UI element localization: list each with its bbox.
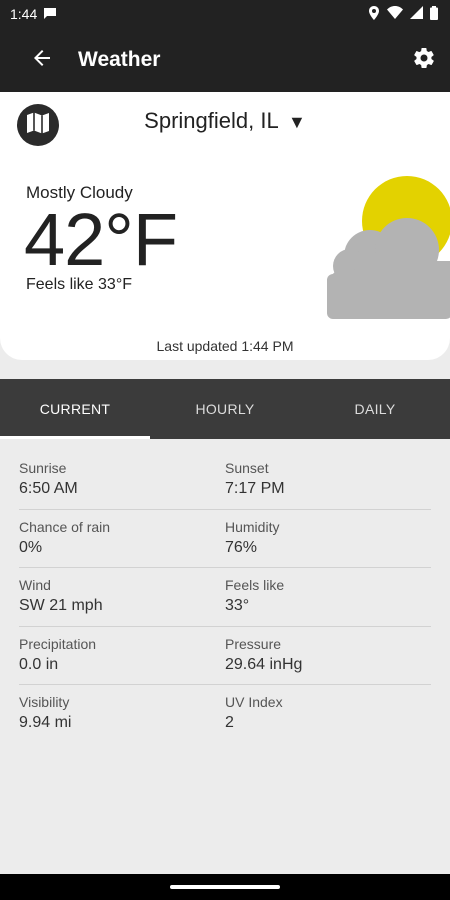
detail-row: Wind SW 21 mph Feels like 33° bbox=[19, 568, 431, 627]
back-button[interactable] bbox=[10, 28, 74, 92]
detail-label: UV Index bbox=[225, 694, 283, 710]
arrow-left-icon bbox=[30, 46, 54, 75]
home-gesture-handle[interactable] bbox=[170, 885, 280, 889]
sunset-item: Sunset 7:17 PM bbox=[225, 459, 431, 509]
humidity-item: Humidity 76% bbox=[225, 518, 431, 568]
wind-item: Wind SW 21 mph bbox=[19, 576, 225, 626]
page-title: Weather bbox=[78, 48, 161, 71]
location-icon bbox=[368, 5, 380, 23]
feels-like-item: Feels like 33° bbox=[225, 576, 431, 626]
detail-value: 7:17 PM bbox=[225, 480, 285, 497]
detail-label: Sunrise bbox=[19, 460, 67, 476]
location-name: Springfield, IL bbox=[144, 108, 278, 133]
detail-value: 9.94 mi bbox=[19, 714, 72, 731]
tab-current[interactable]: CURRENT bbox=[0, 379, 150, 439]
system-navigation-bar bbox=[0, 874, 450, 900]
status-bar: 1:44 bbox=[0, 0, 450, 28]
detail-label: Feels like bbox=[225, 577, 285, 593]
feels-like-text: Feels like 33°F bbox=[26, 276, 132, 293]
detail-value: 76% bbox=[225, 538, 258, 556]
precipitation-item: Precipitation 0.0 in bbox=[19, 635, 225, 685]
chevron-down-icon: ▼ bbox=[288, 112, 306, 132]
detail-label: Pressure bbox=[225, 635, 282, 652]
location-selector[interactable]: Springfield, IL ▼ bbox=[0, 108, 450, 134]
detail-label: Precipitation bbox=[19, 635, 97, 652]
tab-hourly[interactable]: HOURLY bbox=[150, 379, 300, 439]
temperature: 42°F bbox=[24, 198, 178, 281]
message-notification-icon bbox=[43, 6, 57, 22]
detail-value: 33° bbox=[225, 597, 250, 614]
detail-row: Visibility 9.94 mi UV Index 2 bbox=[19, 685, 431, 744]
detail-label: Sunset bbox=[225, 460, 269, 476]
detail-value: 0% bbox=[19, 538, 43, 556]
tab-bar: CURRENT HOURLY DAILY bbox=[0, 379, 450, 439]
last-updated-text: Last updated 1:44 PM bbox=[156, 338, 294, 354]
detail-label: Wind bbox=[19, 577, 51, 593]
settings-button[interactable] bbox=[400, 36, 448, 84]
uv-index-item: UV Index 2 bbox=[225, 693, 431, 744]
battery-icon bbox=[430, 5, 438, 23]
detail-value: 29.64 inHg bbox=[225, 655, 303, 673]
detail-value: 2 bbox=[225, 714, 234, 731]
detail-value: SW 21 mph bbox=[19, 597, 103, 614]
status-time: 1:44 bbox=[10, 6, 38, 22]
detail-label: Visibility bbox=[19, 694, 70, 710]
current-conditions-card: Springfield, IL ▼ Mostly Cloudy 42°F Fee… bbox=[0, 92, 450, 360]
partly-cloudy-icon bbox=[325, 176, 450, 321]
tab-daily[interactable]: DAILY bbox=[300, 379, 450, 439]
details-list: Sunrise 6:50 AM Sunset 7:17 PM Chance of… bbox=[19, 451, 431, 744]
wifi-icon bbox=[387, 6, 403, 22]
detail-label: Humidity bbox=[225, 518, 280, 535]
detail-value: 0.0 in bbox=[19, 655, 59, 673]
detail-row: Precipitation 0.0 in Pressure 29.64 inHg bbox=[19, 627, 431, 685]
detail-row: Sunrise 6:50 AM Sunset 7:17 PM bbox=[19, 451, 431, 510]
app-bar: Weather bbox=[0, 28, 450, 92]
signal-icon bbox=[410, 6, 423, 22]
visibility-item: Visibility 9.94 mi bbox=[19, 693, 225, 744]
pressure-item: Pressure 29.64 inHg bbox=[225, 635, 431, 685]
sunrise-item: Sunrise 6:50 AM bbox=[19, 459, 225, 509]
detail-value: 6:50 AM bbox=[19, 480, 78, 497]
detail-row: Chance of rain 0% Humidity 76% bbox=[19, 510, 431, 568]
chance-of-rain-item: Chance of rain 0% bbox=[19, 518, 225, 568]
detail-label: Chance of rain bbox=[19, 518, 111, 535]
gear-icon bbox=[412, 46, 436, 75]
